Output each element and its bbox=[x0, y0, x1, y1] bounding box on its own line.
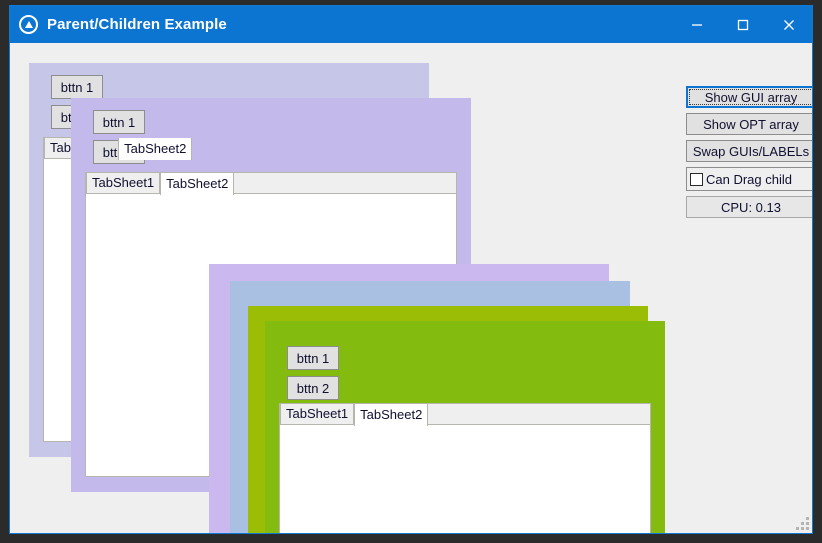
pane-f-tab-body bbox=[280, 425, 650, 533]
show-gui-array-button[interactable]: Show GUI array bbox=[686, 86, 812, 108]
cpu-status-text: CPU: 0.13 bbox=[721, 199, 781, 215]
cpu-status-label: CPU: 0.13 bbox=[686, 196, 812, 218]
swap-guis-labels-button[interactable]: Swap GUIs/LABELs bbox=[686, 140, 812, 162]
pane-f-tab-strip: TabSheet1 TabSheet2 bbox=[280, 404, 650, 426]
pane-b-tab-tabsheet2[interactable]: TabSheet2 bbox=[160, 173, 235, 195]
show-gui-array-label: Show GUI array bbox=[704, 89, 798, 105]
window-title: Parent/Children Example bbox=[47, 16, 227, 33]
pane-f-tab-control[interactable]: TabSheet1 TabSheet2 bbox=[279, 403, 651, 533]
child-window-f[interactable]: bttn 1 bttn 2 TabSheet1 TabSheet2 bbox=[265, 321, 665, 533]
pane-f-button-1[interactable]: bttn 1 bbox=[287, 346, 339, 370]
pane-f-tab-tabsheet2[interactable]: TabSheet2 bbox=[354, 404, 429, 426]
application-window: Parent/Children Example bttn 1 b bbox=[9, 5, 813, 534]
maximize-button[interactable] bbox=[720, 6, 766, 43]
resize-grip[interactable] bbox=[796, 517, 809, 530]
pane-b-button-1[interactable]: bttn 1 bbox=[93, 110, 145, 134]
swap-guis-labels-label: Swap GUIs/LABELs bbox=[692, 143, 810, 159]
pane-a-button-1[interactable]: bttn 1 bbox=[51, 75, 103, 99]
minimize-button[interactable] bbox=[674, 6, 720, 43]
can-drag-child-checkbox[interactable]: Can Drag child bbox=[686, 167, 812, 191]
pane-a-tab-tabsheet2[interactable]: TabSheet2 bbox=[118, 138, 193, 160]
triangle-glyph bbox=[24, 21, 33, 28]
control-panel: Show GUI array Show OPT array Swap GUIs/… bbox=[686, 86, 812, 218]
checkbox-box-icon[interactable] bbox=[690, 172, 703, 186]
title-bar: Parent/Children Example bbox=[10, 6, 812, 43]
show-opt-array-button[interactable]: Show OPT array bbox=[686, 113, 812, 135]
show-opt-array-label: Show OPT array bbox=[703, 116, 799, 132]
pane-b-tab-tabsheet1[interactable]: TabSheet1 bbox=[86, 173, 161, 193]
pane-b-tab-strip: TabSheet1 TabSheet2 bbox=[86, 173, 456, 195]
caption-buttons bbox=[674, 6, 812, 43]
close-button[interactable] bbox=[766, 6, 812, 43]
can-drag-child-label: Can Drag child bbox=[706, 171, 792, 187]
autoit-circle-triangle-icon bbox=[19, 15, 38, 34]
pane-f-tab-tabsheet1[interactable]: TabSheet1 bbox=[280, 404, 355, 424]
pane-f-button-2[interactable]: bttn 2 bbox=[287, 376, 339, 400]
